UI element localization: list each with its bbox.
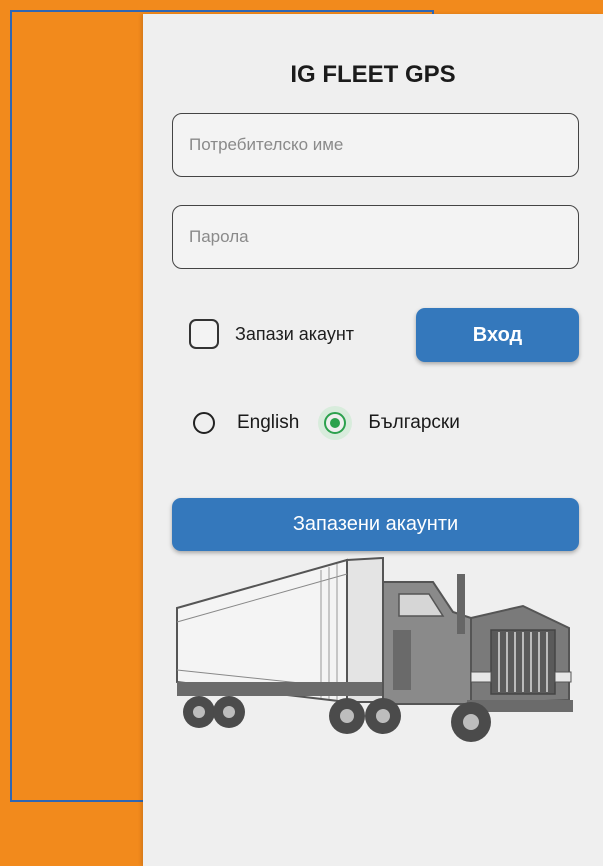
password-input[interactable] bbox=[172, 205, 579, 269]
login-button[interactable]: Вход bbox=[416, 308, 579, 362]
language-label-bulgarian: Български bbox=[368, 412, 460, 433]
app-title: IG FLEET GPS bbox=[290, 61, 456, 88]
language-label-english: English bbox=[237, 412, 300, 433]
saved-accounts-button[interactable]: Запазени акаунти bbox=[172, 498, 579, 551]
remember-account-label: Запази акаунт bbox=[235, 323, 355, 344]
language-radio-group: English Български bbox=[193, 412, 460, 434]
checkbox-box[interactable] bbox=[189, 319, 219, 349]
radio-selected-icon[interactable] bbox=[324, 412, 347, 434]
language-option-english[interactable]: English bbox=[193, 412, 324, 434]
remember-account-checkbox[interactable]: Запази акаунт bbox=[189, 319, 354, 349]
radio-dot bbox=[330, 418, 341, 428]
login-panel: IG FLEET GPS Запази акаунт Вход English … bbox=[143, 14, 603, 866]
radio-unselected-icon[interactable] bbox=[193, 412, 215, 434]
username-input[interactable] bbox=[172, 113, 579, 177]
truck-icon bbox=[176, 556, 573, 742]
language-option-bulgarian[interactable]: Български bbox=[324, 412, 460, 434]
